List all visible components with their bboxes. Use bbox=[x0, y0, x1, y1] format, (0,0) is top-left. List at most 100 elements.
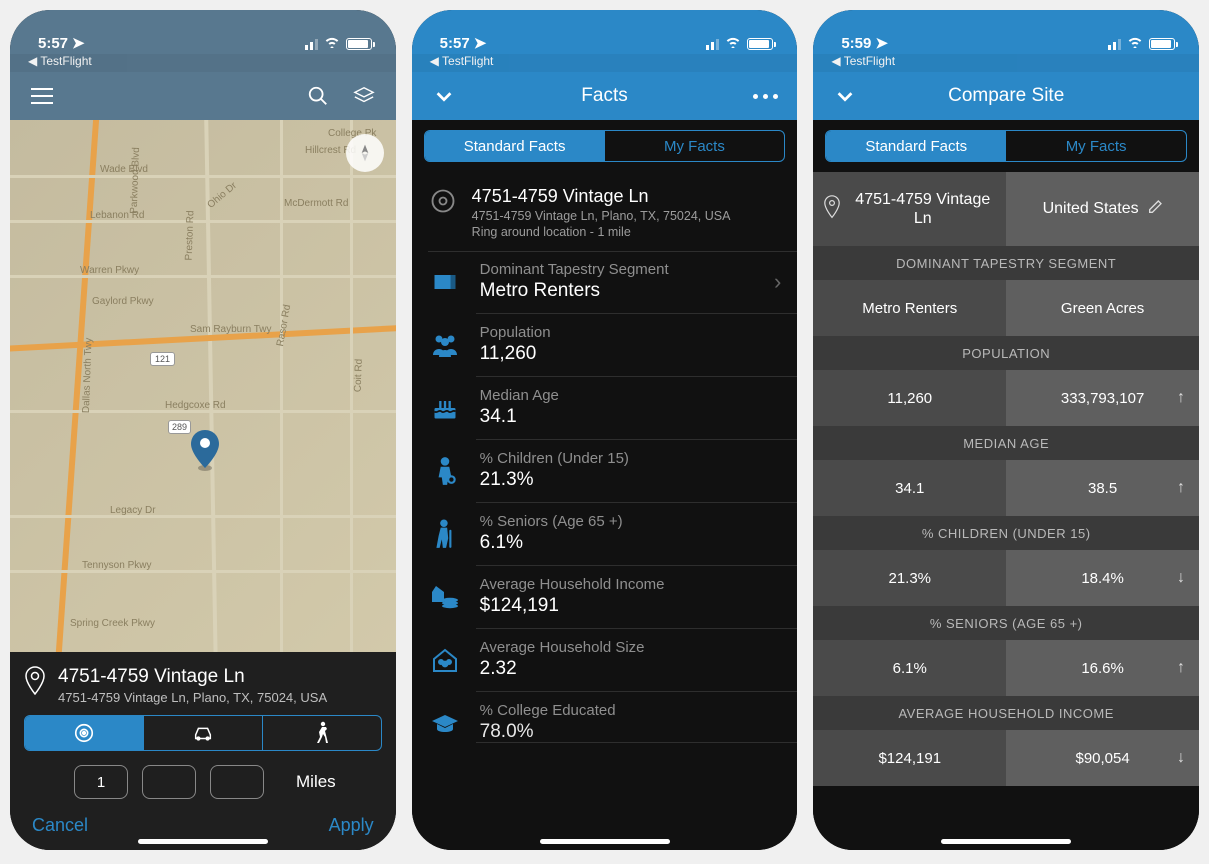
back-to-app[interactable]: ◀ TestFlight bbox=[813, 54, 1199, 72]
ring-value-2[interactable] bbox=[142, 765, 196, 799]
fact-income: Average Household Income$124,191 bbox=[412, 566, 798, 629]
ring-inputs: Miles bbox=[24, 765, 382, 799]
map-pin-icon[interactable] bbox=[190, 430, 220, 477]
compare-value-b: $90,054 bbox=[1006, 730, 1199, 786]
fact-seniors: % Seniors (Age 65 +)6.1% bbox=[412, 503, 798, 566]
compare-value-b: 333,793,107 bbox=[1006, 370, 1199, 426]
status-bar: 5:57➤ bbox=[412, 10, 798, 54]
layers-button[interactable] bbox=[350, 82, 378, 110]
compare-section-header: MEDIAN AGE bbox=[813, 426, 1199, 460]
back-to-app[interactable]: ◀ TestFlight bbox=[10, 54, 396, 72]
location-services-icon: ➤ bbox=[72, 34, 85, 52]
location-address: 4751-4759 Vintage Ln, Plano, TX, 75024, … bbox=[472, 209, 731, 223]
people-icon bbox=[428, 328, 462, 362]
compare-row: $124,191$90,054↓ bbox=[813, 730, 1199, 786]
mode-drive[interactable] bbox=[144, 716, 263, 750]
status-time: 5:57 bbox=[38, 35, 68, 52]
route-shield-121: 121 bbox=[150, 352, 175, 366]
nav-bar: Compare Site bbox=[813, 72, 1199, 120]
compare-value-a: 11,260 bbox=[813, 370, 1006, 426]
compare-section-header: DOMINANT TAPESTRY SEGMENT bbox=[813, 246, 1199, 280]
arrow-down-icon: ↓ bbox=[1177, 569, 1185, 587]
nav-bar: Facts bbox=[412, 72, 798, 120]
compare-site-a: 4751-4759 Vintage Ln bbox=[813, 172, 1006, 246]
status-time: 5:57 bbox=[440, 35, 470, 52]
mode-walk[interactable] bbox=[263, 716, 381, 750]
compare-section-header: % SENIORS (AGE 65 +) bbox=[813, 606, 1199, 640]
location-ring: Ring around location - 1 mile bbox=[472, 225, 731, 239]
compare-value-a: 6.1% bbox=[813, 640, 1006, 696]
page-title: Compare Site bbox=[948, 85, 1064, 107]
nav-bar bbox=[10, 72, 396, 120]
screen-compare: 5:59➤ ◀ TestFlight Compare Site Standard… bbox=[813, 10, 1199, 850]
tab-standard-facts[interactable]: Standard Facts bbox=[425, 131, 605, 161]
location-header: 4751-4759 Vintage Ln 4751-4759 Vintage L… bbox=[412, 172, 798, 251]
arrow-up-icon: ↑ bbox=[1177, 389, 1185, 407]
cake-icon bbox=[428, 391, 462, 425]
wifi-icon bbox=[324, 35, 340, 52]
home-indicator[interactable] bbox=[941, 839, 1071, 844]
home-indicator[interactable] bbox=[138, 839, 268, 844]
more-button[interactable] bbox=[751, 82, 779, 110]
compare-value-a: Metro Renters bbox=[813, 280, 1006, 336]
ring-value-1[interactable] bbox=[74, 765, 128, 799]
compare-row: 34.138.5↑ bbox=[813, 460, 1199, 516]
compare-table[interactable]: 4751-4759 Vintage Ln United States DOMIN… bbox=[813, 172, 1199, 850]
pin-outline-icon bbox=[24, 666, 46, 701]
collapse-button[interactable] bbox=[430, 82, 458, 110]
tab-standard-facts[interactable]: Standard Facts bbox=[826, 131, 1006, 161]
tapestry-icon bbox=[428, 265, 462, 299]
compare-row: 11,260333,793,107↑ bbox=[813, 370, 1199, 426]
bottom-sheet: 4751-4759 Vintage Ln 4751-4759 Vintage L… bbox=[10, 652, 396, 850]
menu-button[interactable] bbox=[28, 82, 56, 110]
screen-facts: 5:57➤ ◀ TestFlight Facts Standard Facts … bbox=[412, 10, 798, 850]
route-shield-289: 289 bbox=[168, 420, 191, 434]
wifi-icon bbox=[725, 35, 741, 52]
fact-tapestry[interactable]: Dominant Tapestry SegmentMetro Renters › bbox=[412, 251, 798, 314]
arrow-up-icon: ↑ bbox=[1177, 659, 1185, 677]
compass-button[interactable] bbox=[346, 134, 384, 172]
compare-value-a: $124,191 bbox=[813, 730, 1006, 786]
compare-section-header: AVERAGE HOUSEHOLD INCOME bbox=[813, 696, 1199, 730]
location-services-icon: ➤ bbox=[875, 34, 888, 52]
address-title: 4751-4759 Vintage Ln bbox=[58, 666, 327, 688]
study-area-mode-seg bbox=[24, 715, 382, 751]
fact-household-size: Average Household Size2.32 bbox=[412, 629, 798, 692]
collapse-button[interactable] bbox=[831, 82, 859, 110]
location-services-icon: ➤ bbox=[474, 34, 487, 52]
map[interactable]: Wade Blvd Lebanon Rd Ohio Dr Warren Pkwy… bbox=[10, 120, 396, 652]
compare-section-header: POPULATION bbox=[813, 336, 1199, 370]
ring-value-3[interactable] bbox=[210, 765, 264, 799]
cancel-button[interactable]: Cancel bbox=[32, 815, 88, 836]
battery-icon bbox=[747, 38, 773, 50]
compare-row: Metro RentersGreen Acres bbox=[813, 280, 1199, 336]
fact-median-age: Median Age34.1 bbox=[412, 377, 798, 440]
facts-list[interactable]: 4751-4759 Vintage Ln 4751-4759 Vintage L… bbox=[412, 172, 798, 850]
apply-button[interactable]: Apply bbox=[329, 815, 374, 836]
fact-population: Population11,260 bbox=[412, 314, 798, 377]
location-title: 4751-4759 Vintage Ln bbox=[472, 186, 731, 207]
page-title: Facts bbox=[581, 85, 627, 107]
target-icon bbox=[428, 186, 458, 216]
compare-tabs: Standard Facts My Facts bbox=[813, 120, 1199, 172]
mode-ring[interactable] bbox=[25, 716, 144, 750]
home-indicator[interactable] bbox=[540, 839, 670, 844]
ring-unit: Miles bbox=[296, 772, 336, 792]
pin-outline-icon bbox=[823, 195, 841, 224]
income-icon bbox=[428, 580, 462, 614]
compare-value-b: Green Acres bbox=[1006, 280, 1199, 336]
compare-row: 21.3%18.4%↓ bbox=[813, 550, 1199, 606]
search-button[interactable] bbox=[304, 82, 332, 110]
back-to-app[interactable]: ◀ TestFlight bbox=[412, 54, 798, 72]
compare-value-a: 21.3% bbox=[813, 550, 1006, 606]
arrow-up-icon: ↑ bbox=[1177, 479, 1185, 497]
compare-site-b[interactable]: United States bbox=[1006, 172, 1199, 246]
status-bar: 5:57➤ bbox=[10, 10, 396, 54]
compare-header: 4751-4759 Vintage Ln United States bbox=[813, 172, 1199, 246]
graduation-icon bbox=[428, 706, 462, 740]
tab-my-facts[interactable]: My Facts bbox=[605, 131, 785, 161]
screen-map: 5:57➤ ◀ TestFlight Wade Blvd Lebanon Rd … bbox=[10, 10, 396, 850]
signal-icon bbox=[305, 38, 318, 50]
compare-value-b: 38.5 bbox=[1006, 460, 1199, 516]
tab-my-facts[interactable]: My Facts bbox=[1006, 131, 1186, 161]
